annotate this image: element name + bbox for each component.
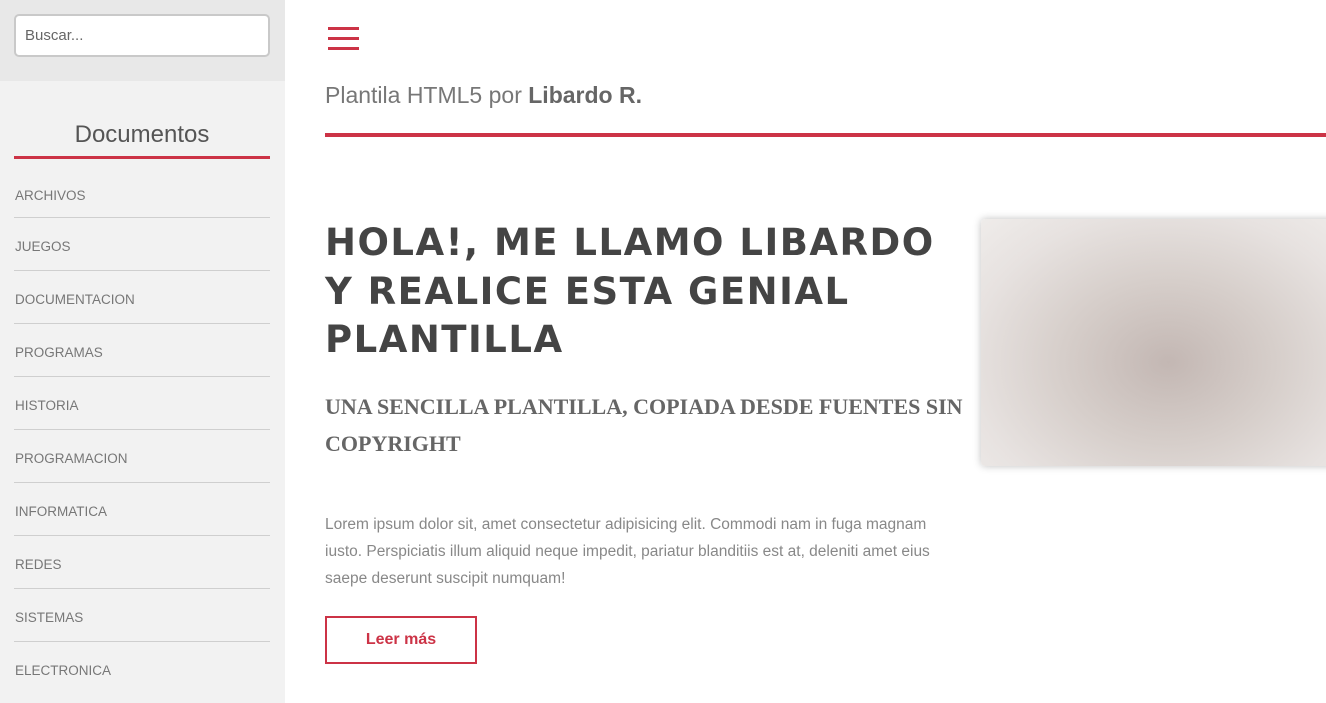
hamburger-bar xyxy=(328,27,359,30)
hero-image xyxy=(981,219,1326,466)
search-area xyxy=(0,0,285,81)
header-title-prefix: Plantila HTML5 por xyxy=(325,82,529,108)
hamburger-bar xyxy=(328,37,359,40)
search-input[interactable] xyxy=(14,14,270,57)
hamburger-menu-icon[interactable] xyxy=(328,27,359,51)
sidebar-item-archivos[interactable]: ARCHIVOS xyxy=(14,159,270,218)
sidebar-item-juegos[interactable]: JUEGOS xyxy=(14,218,270,271)
hero-title: HOLA!, ME LLAMO LIBARDO Y REALICE ESTA G… xyxy=(325,221,935,361)
sidebar-item-historia[interactable]: HISTORIA xyxy=(14,377,270,430)
hero-subtitle: UNA SENCILLA PLANTILLA, COPIADA DESDE FU… xyxy=(325,394,963,456)
sidebar-menu: ARCHIVOS JUEGOS DOCUMENTACION PROGRAMAS … xyxy=(0,159,285,695)
sidebar-title: Documentos xyxy=(14,120,270,159)
hero-paragraph: Lorem ipsum dolor sit, amet consectetur … xyxy=(325,516,930,587)
main-content: Plantila HTML5 por Libardo R. HOLA!, ME … xyxy=(325,0,1326,703)
sidebar-item-documentacion[interactable]: DOCUMENTACION xyxy=(14,271,270,324)
header-title-author: Libardo R. xyxy=(528,82,642,108)
sidebar-item-programacion[interactable]: PROGRAMACION xyxy=(14,430,270,483)
sidebar-item-programas[interactable]: PROGRAMAS xyxy=(14,324,270,377)
page-header-title: Plantila HTML5 por Libardo R. xyxy=(325,82,642,109)
sidebar-item-electronica[interactable]: ELECTRONICA xyxy=(14,642,270,695)
sidebar-item-informatica[interactable]: INFORMATICA xyxy=(14,483,270,536)
read-more-button[interactable]: Leer más xyxy=(325,616,477,664)
header-divider xyxy=(325,133,1326,137)
hamburger-bar xyxy=(328,47,359,50)
sidebar-item-redes[interactable]: REDES xyxy=(14,536,270,589)
sidebar: Documentos ARCHIVOS JUEGOS DOCUMENTACION… xyxy=(0,0,285,703)
sidebar-item-sistemas[interactable]: SISTEMAS xyxy=(14,589,270,642)
